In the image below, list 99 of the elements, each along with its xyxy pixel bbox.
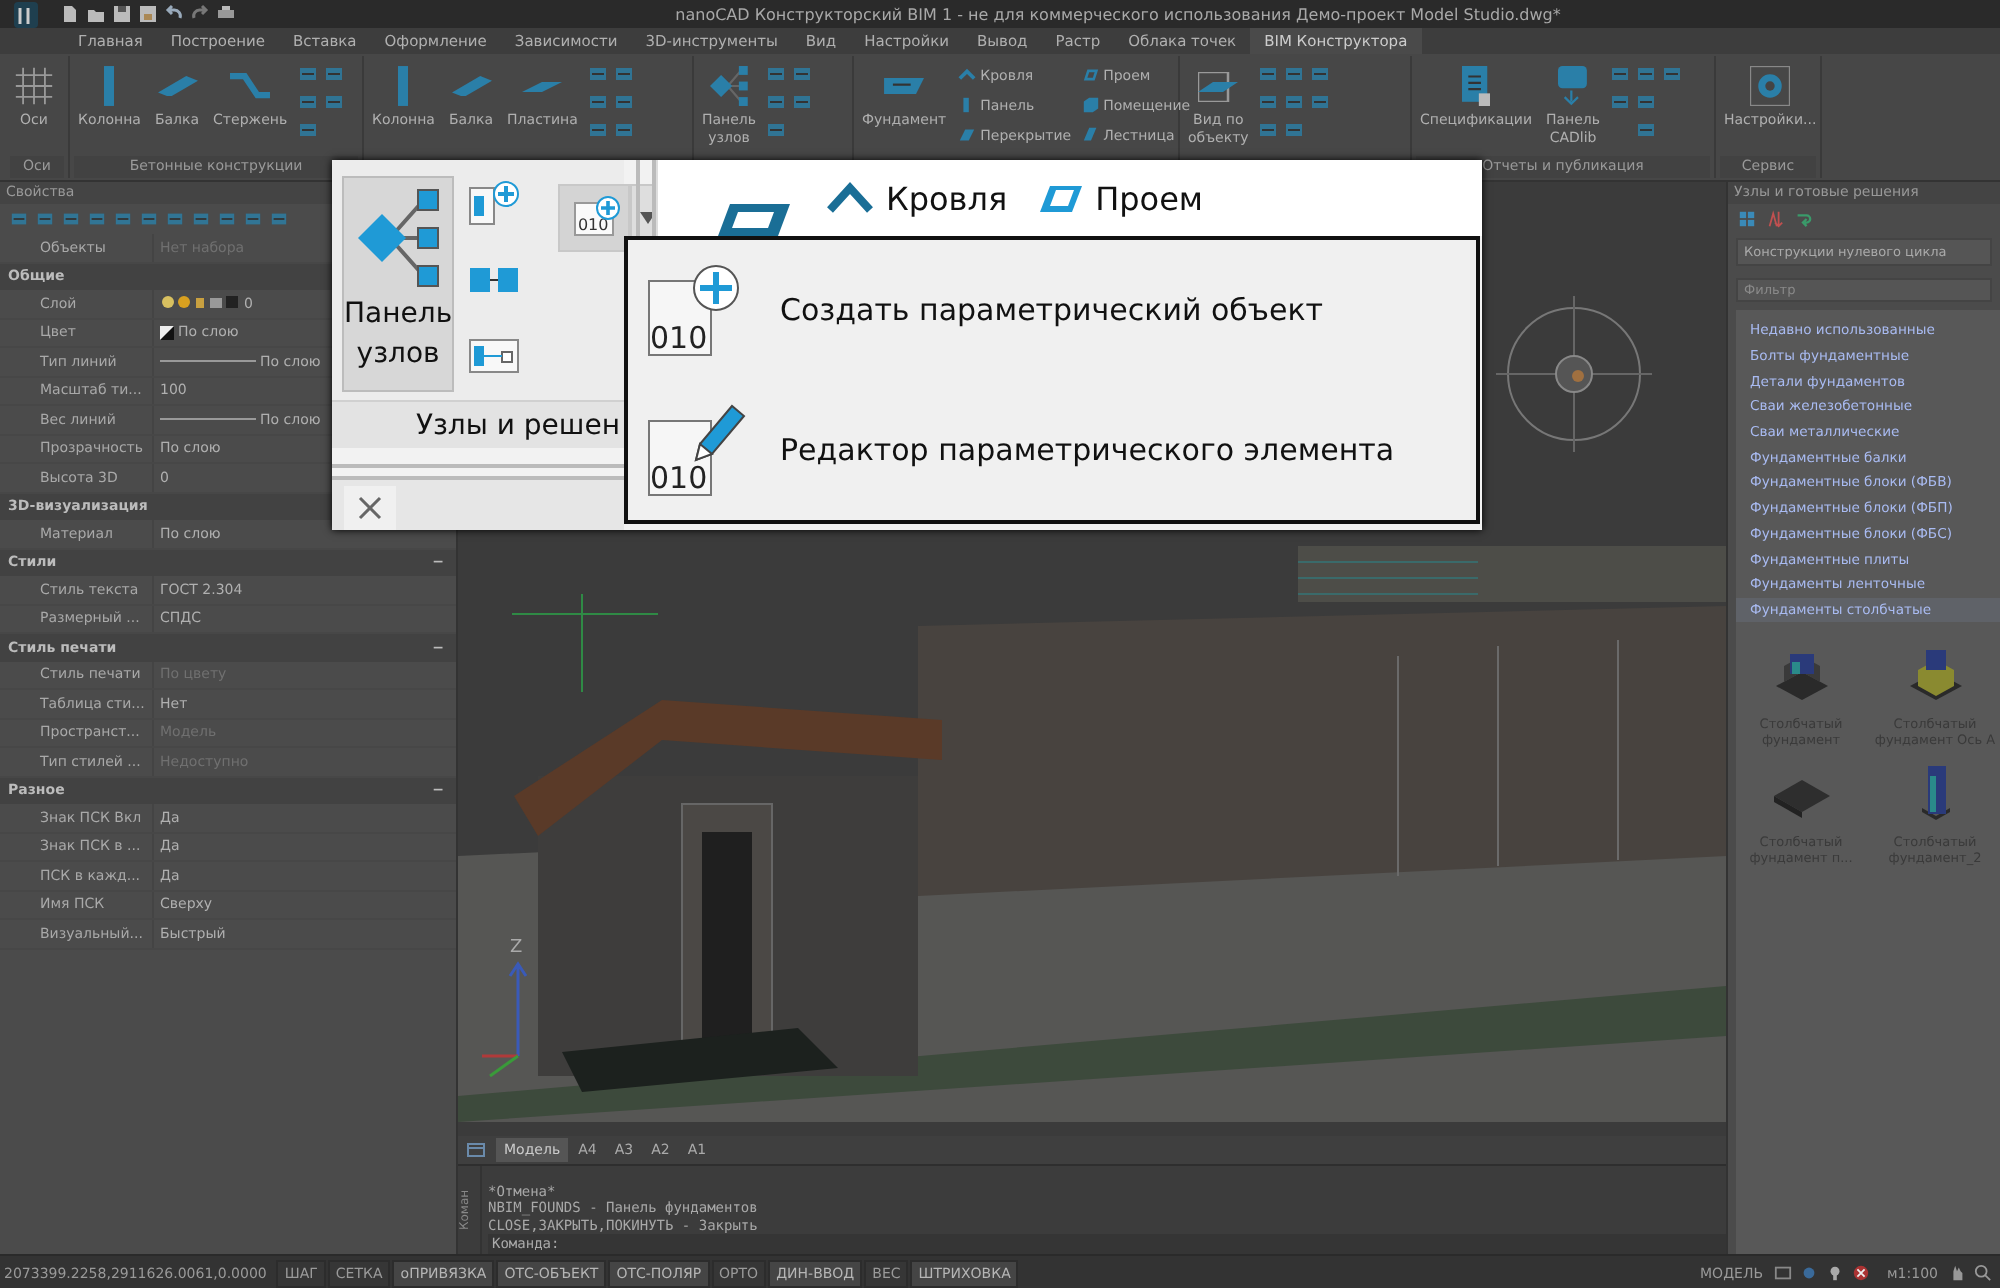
save-icon[interactable] (112, 4, 132, 24)
stair-icon (1081, 126, 1100, 144)
tool-icon[interactable] (218, 210, 236, 228)
nodes-panel-button[interactable]: Панель узлов (342, 176, 455, 392)
slab-icon (958, 126, 977, 144)
layer-state-icons (160, 293, 240, 310)
sort-icon[interactable] (1766, 209, 1784, 227)
tool-icon[interactable] (613, 92, 634, 112)
tool-icon[interactable] (192, 210, 210, 228)
ribbon-button[interactable]: Проем (1035, 179, 1203, 217)
column-icon (398, 66, 409, 106)
roof-icon (826, 182, 874, 214)
zigzag-bar-icon (230, 72, 271, 100)
column-icon (104, 66, 115, 106)
tool-icon[interactable] (297, 120, 318, 140)
plus-icon (692, 264, 740, 312)
new-file-icon[interactable] (60, 4, 80, 24)
opening-icon (1081, 66, 1100, 84)
close-button[interactable] (344, 486, 396, 530)
menu-item[interactable]: 010 Создать параметрический объект (640, 256, 1476, 364)
ribbon-group-label: Узлы и решен (415, 408, 622, 446)
database-icon (1558, 66, 1588, 106)
tool-icon[interactable] (323, 64, 344, 84)
no-entry-icon[interactable] (1851, 1264, 1870, 1282)
parametric-object-icon: 010 (648, 280, 712, 356)
tool-icon[interactable] (323, 92, 344, 112)
plus-icon (596, 195, 621, 219)
tool-icon[interactable] (1284, 64, 1305, 84)
tool-icon[interactable] (1610, 92, 1631, 112)
tool-icon[interactable] (297, 64, 318, 84)
box-view-icon (1198, 71, 1239, 101)
settings-icon (1750, 66, 1791, 106)
undo-icon[interactable] (164, 4, 184, 24)
tool-icon[interactable] (613, 64, 634, 84)
tool-icon[interactable] (1310, 92, 1331, 112)
tool-icon[interactable] (613, 120, 634, 140)
viewport-icon[interactable] (1773, 1264, 1792, 1282)
room-icon (1081, 96, 1100, 114)
beam-icon (157, 75, 197, 97)
parametric-object-icon: 010 (648, 420, 712, 496)
tool-icon[interactable] (36, 210, 54, 228)
grid-view-icon[interactable] (1738, 209, 1756, 227)
tool-icon[interactable] (1284, 92, 1305, 112)
tool-icon[interactable] (270, 210, 288, 228)
foundation-icon (884, 77, 925, 95)
axis-label: Z (510, 938, 523, 958)
tool-icon[interactable] (140, 210, 158, 228)
refresh-icon[interactable] (1794, 209, 1812, 227)
tool-icon[interactable] (1258, 120, 1279, 140)
tool-icon[interactable] (166, 210, 184, 228)
node-tree-icon (710, 66, 748, 106)
line-sample (160, 360, 256, 363)
print-icon[interactable] (216, 4, 236, 24)
tool-icon[interactable] (1636, 92, 1657, 112)
tool-icon[interactable] (792, 64, 813, 84)
close-icon (358, 496, 382, 520)
bulb-icon[interactable] (1825, 1264, 1844, 1282)
plate-icon (522, 81, 563, 91)
tool-icon[interactable] (297, 92, 318, 112)
tool-icon[interactable] (88, 210, 106, 228)
layout-menu-icon[interactable] (466, 1140, 486, 1160)
roof-icon (958, 66, 977, 84)
parametric-object-button[interactable]: 010 (558, 184, 631, 252)
opening-icon (1035, 182, 1084, 214)
ucs-axis-icon (482, 961, 528, 1078)
tool-icon[interactable] (10, 210, 28, 228)
tool-icon[interactable] (587, 120, 608, 140)
color-swatch-icon (160, 325, 174, 340)
tool-icon[interactable] (792, 92, 813, 112)
navigation-wheel-drawing[interactable] (1495, 295, 1653, 453)
tool-icon[interactable] (1636, 120, 1657, 140)
search-icon[interactable] (1974, 1264, 1992, 1282)
grid-icon (14, 66, 54, 106)
line-sample (160, 418, 256, 421)
tool-icon[interactable] (62, 210, 80, 228)
redo-icon[interactable] (190, 4, 210, 24)
ribbon-button[interactable]: Кровля (826, 179, 1008, 217)
document-icon (1461, 66, 1491, 106)
add-node-icon[interactable] (466, 180, 523, 228)
tool-icon[interactable] (1636, 64, 1657, 84)
beam-icon (451, 75, 491, 97)
tool-icon[interactable] (1610, 64, 1631, 84)
tool-icon[interactable] (114, 210, 132, 228)
tool-icon[interactable] (244, 210, 262, 228)
menu-item[interactable]: 010 Редактор параметрического элемента (640, 396, 1476, 504)
tool-icon[interactable] (1662, 64, 1683, 84)
tool-icon[interactable] (1258, 64, 1279, 84)
pan-hand-icon[interactable] (1948, 1264, 1966, 1282)
tool-icon[interactable] (1310, 64, 1331, 84)
window-title: nanoCAD Конструкторский BIM 1 - не для коммерческого использования Демо-проект Model Studio.dwg* (673, 5, 1563, 23)
tool-icon[interactable] (587, 92, 608, 112)
save-as-icon[interactable] (138, 4, 158, 24)
tool-icon[interactable] (587, 64, 608, 84)
tool-icon[interactable] (766, 92, 787, 112)
tool-icon[interactable] (1258, 92, 1279, 112)
tool-icon[interactable] (1284, 120, 1305, 140)
tool-icon[interactable] (766, 64, 787, 84)
open-folder-icon[interactable] (86, 4, 106, 24)
tool-icon[interactable] (766, 120, 787, 140)
